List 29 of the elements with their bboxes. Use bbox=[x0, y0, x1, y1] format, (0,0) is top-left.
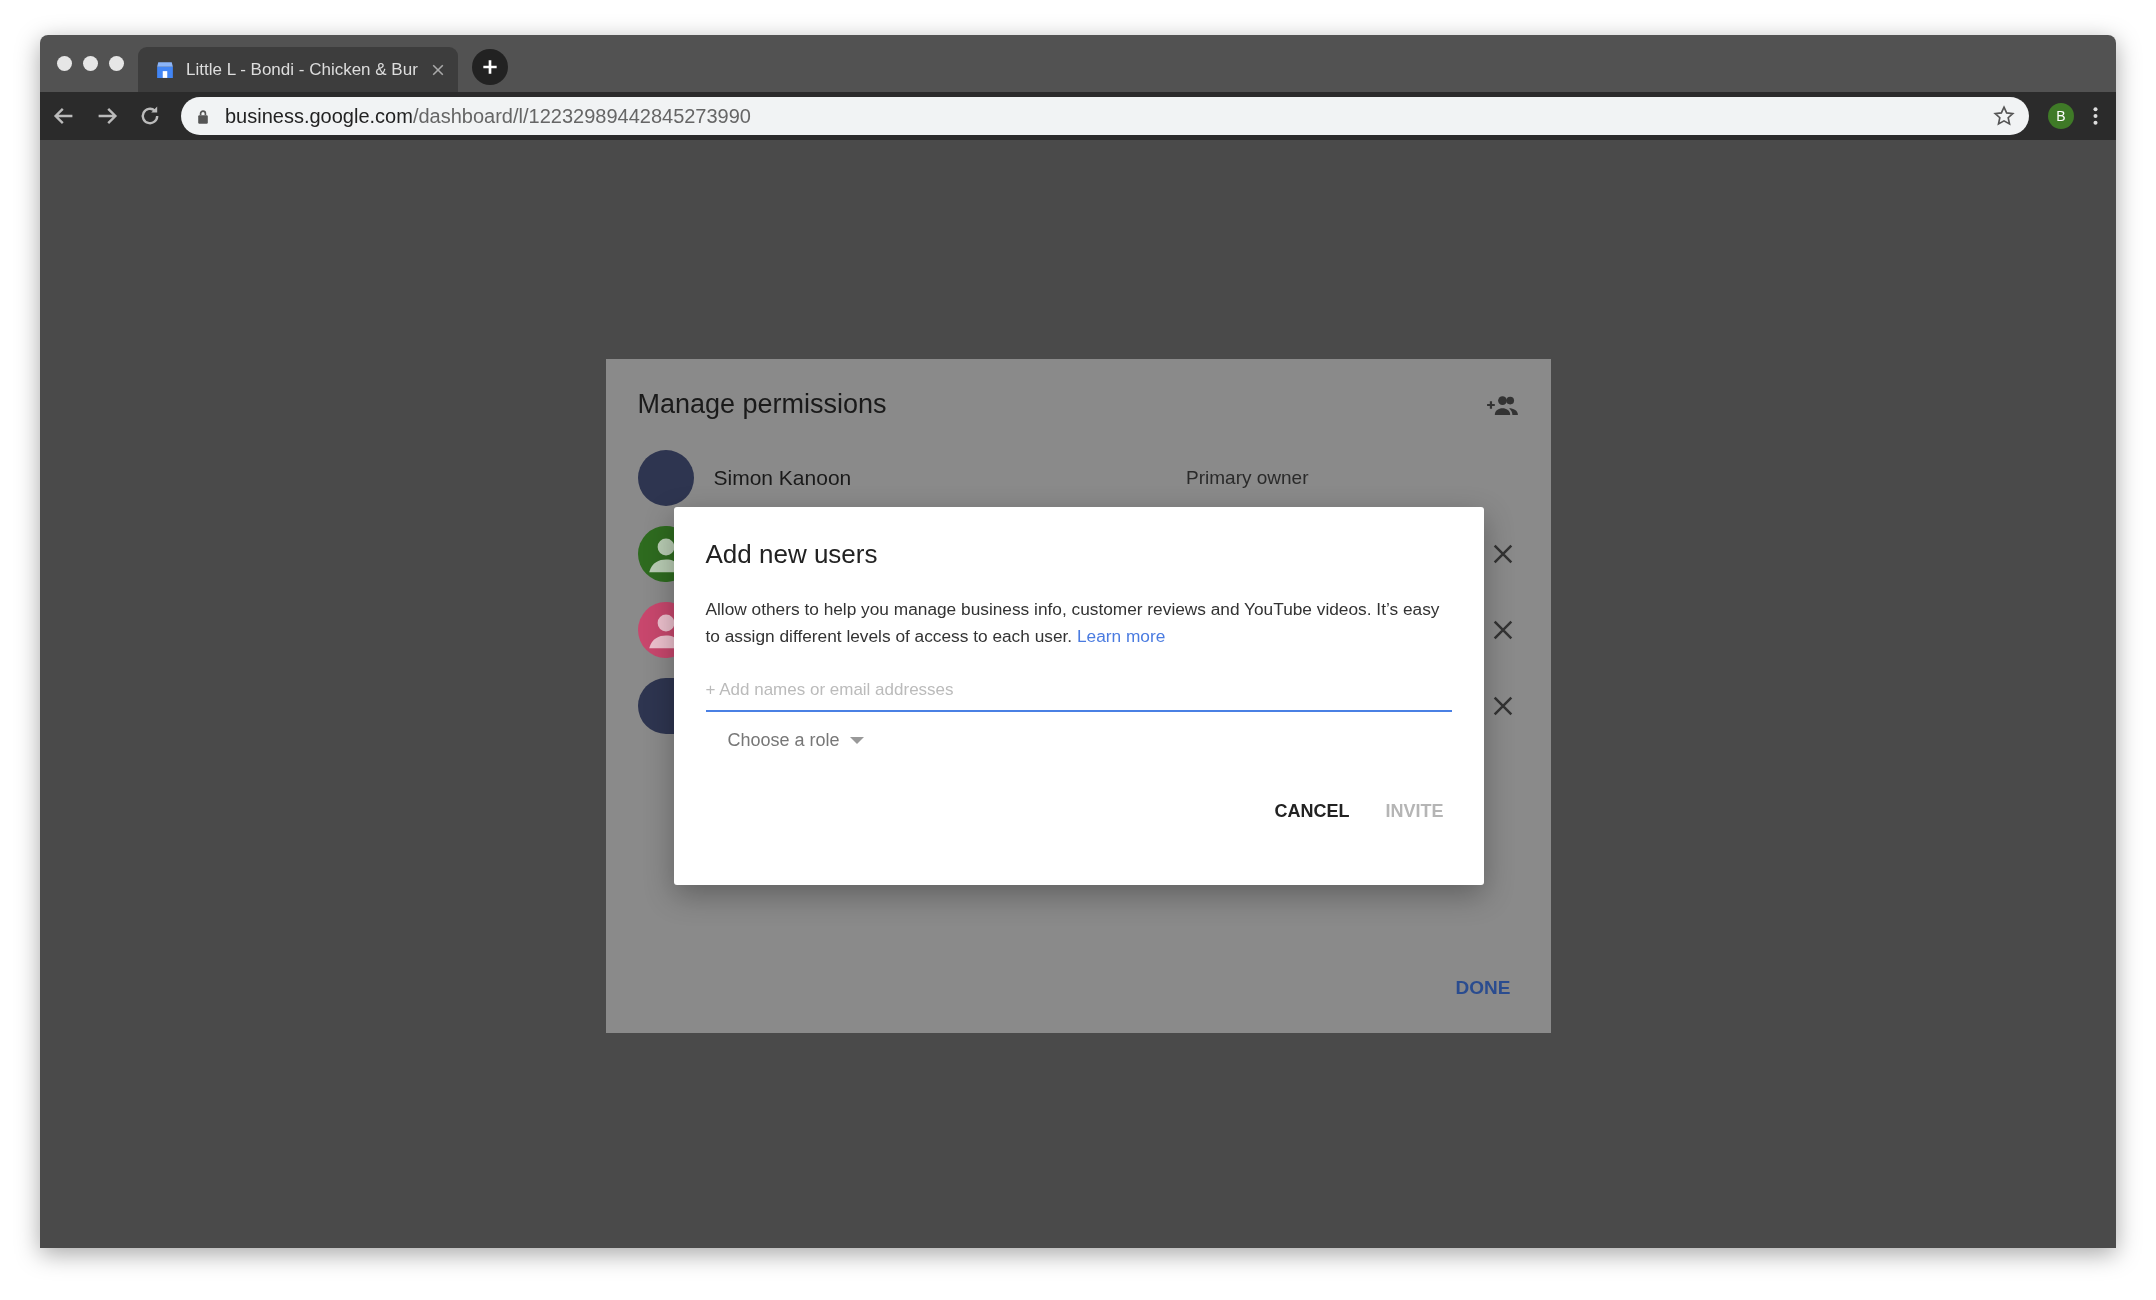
user-role: Primary owner bbox=[1186, 467, 1309, 489]
add-people-icon[interactable] bbox=[1485, 393, 1519, 416]
close-icon[interactable] bbox=[432, 63, 444, 76]
caret-icon bbox=[849, 737, 864, 744]
new-tab-button[interactable] bbox=[472, 48, 508, 85]
dialog-description: Allow others to help you manage business info, customer reviews and YouTube videos. It’s easy to assign different levels of access to each user. Learn more bbox=[705, 598, 1441, 648]
close-icon[interactable] bbox=[1492, 544, 1513, 564]
storefront-icon bbox=[156, 60, 174, 79]
user-name: Simon Kanoon bbox=[713, 466, 852, 490]
close-window-icon[interactable] bbox=[57, 56, 72, 71]
dialog-button[interactable]: CANCEL bbox=[1266, 795, 1358, 828]
photo-placeholder bbox=[637, 678, 674, 734]
browser-tab[interactable]: Little L - Bondi - Chicken & Bur bbox=[138, 47, 458, 92]
close-icon[interactable] bbox=[1492, 696, 1513, 716]
tab-title: Little L - Bondi - Chicken & Bur bbox=[186, 59, 419, 80]
profile-avatar[interactable]: B bbox=[2048, 103, 2074, 129]
address-bar[interactable]: business.google.com/dashboard/l/12232989442845273990 bbox=[181, 97, 2029, 135]
maximize-window-icon[interactable] bbox=[109, 56, 124, 71]
lock-icon bbox=[197, 108, 209, 124]
close-icon[interactable] bbox=[1492, 620, 1513, 640]
plus-icon bbox=[482, 58, 498, 75]
dialog-title: Add new users bbox=[705, 539, 879, 570]
role-dropdown[interactable]: Choose a role bbox=[727, 726, 864, 755]
star-icon[interactable] bbox=[1993, 105, 2015, 127]
url-text: business.google.com/dashboard/l/12232989442845273990 bbox=[225, 104, 752, 128]
panel-title: Manage permissions bbox=[637, 389, 887, 420]
menu-icon[interactable] bbox=[2093, 107, 2098, 125]
minimize-window-icon[interactable] bbox=[83, 56, 98, 71]
learn-more-link[interactable]: Learn more bbox=[1076, 626, 1166, 646]
